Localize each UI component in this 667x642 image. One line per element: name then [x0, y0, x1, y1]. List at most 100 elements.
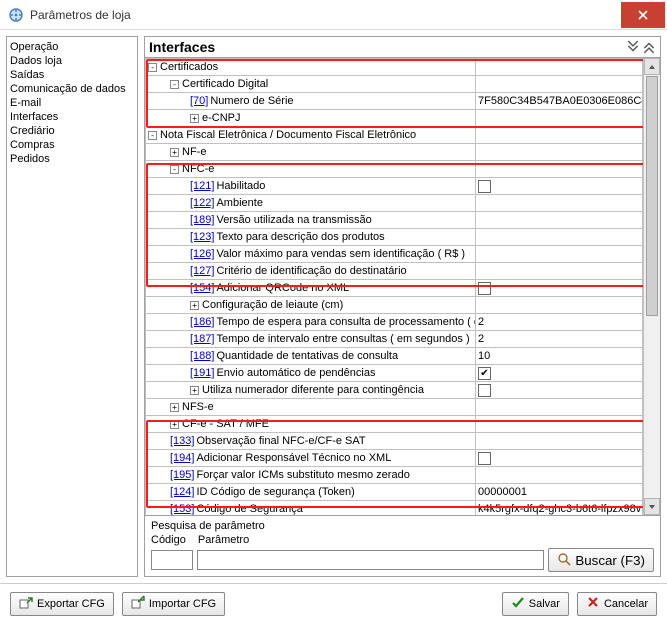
export-icon [19, 595, 33, 612]
param-value[interactable]: 2 [476, 331, 643, 348]
grid-row: +CF-e - SAT / MFE [146, 416, 643, 433]
tree-toggle-icon[interactable]: - [170, 165, 179, 174]
param-code-link[interactable]: [186] [190, 316, 214, 328]
param-label: e-CNPJ [202, 112, 241, 124]
param-code-link[interactable]: [121] [190, 180, 214, 192]
param-value[interactable] [476, 229, 643, 246]
param-label: Configuração de leiaute (cm) [202, 299, 343, 311]
param-value[interactable] [476, 450, 643, 467]
grid-row: [124]ID Código de segurança (Token)00000… [146, 484, 643, 501]
sidebar: Operação Dados loja Saídas Comunicação d… [6, 36, 138, 577]
param-label: Adicionar Responsável Técnico no XML [196, 452, 391, 464]
expand-all-icon[interactable] [642, 40, 656, 54]
param-value[interactable] [476, 467, 643, 484]
param-value [476, 297, 643, 314]
param-label: Nota Fiscal Eletrônica / Documento Fisca… [160, 129, 416, 141]
param-value [476, 416, 643, 433]
tree-toggle-icon[interactable]: - [148, 63, 157, 72]
param-code-link[interactable]: [124] [170, 486, 194, 498]
param-code-link[interactable]: [126] [190, 248, 214, 260]
sidebar-item-dados-loja[interactable]: Dados loja [10, 54, 134, 68]
param-value [476, 399, 643, 416]
param-label: Certificados [160, 61, 218, 73]
param-value[interactable]: 10 [476, 348, 643, 365]
param-value[interactable]: 2 [476, 314, 643, 331]
sidebar-item-compras[interactable]: Compras [10, 138, 134, 152]
param-code-link[interactable]: [188] [190, 350, 214, 362]
export-cfg-button[interactable]: Exportar CFG [10, 592, 114, 616]
grid-row: [189]Versão utilizada na transmissão [146, 212, 643, 229]
param-label: Quantidade de tentativas de consulta [216, 350, 398, 362]
search-param-input[interactable] [197, 550, 544, 570]
search-button[interactable]: Buscar (F3) [548, 548, 654, 572]
param-code-link[interactable]: [195] [170, 469, 194, 481]
sidebar-item-crediario[interactable]: Crediário [10, 124, 134, 138]
param-code-link[interactable]: [122] [190, 197, 214, 209]
param-code-link[interactable]: [153] [170, 503, 194, 515]
sidebar-item-comunicacao[interactable]: Comunicação de dados [10, 82, 134, 96]
param-value[interactable] [476, 195, 643, 212]
param-code-link[interactable]: [133] [170, 435, 194, 447]
param-value [476, 76, 643, 93]
param-value[interactable] [476, 280, 643, 297]
search-title: Pesquisa de parâmetro [151, 520, 654, 532]
sidebar-item-interfaces[interactable]: Interfaces [10, 110, 134, 124]
scroll-up-icon[interactable] [644, 58, 660, 75]
param-code-link[interactable]: [191] [190, 367, 214, 379]
param-value[interactable] [476, 263, 643, 280]
param-value[interactable] [476, 178, 643, 195]
search-icon [557, 552, 571, 569]
sidebar-item-operacao[interactable]: Operação [10, 40, 134, 54]
checkbox[interactable] [478, 384, 491, 397]
checkbox[interactable]: ✔ [478, 367, 491, 380]
save-button[interactable]: Salvar [502, 592, 569, 616]
param-code-link[interactable]: [70] [190, 95, 208, 107]
param-value[interactable]: 7F580C34B547BA0E0306E086C4 [476, 93, 643, 110]
param-label: Versão utilizada na transmissão [216, 214, 371, 226]
checkbox[interactable] [478, 180, 491, 193]
param-label: Forçar valor ICMs substituto mesmo zerad… [196, 469, 409, 481]
search-code-input[interactable] [151, 550, 193, 570]
param-code-link[interactable]: [187] [190, 333, 214, 345]
tree-toggle-icon[interactable]: + [170, 420, 179, 429]
checkbox[interactable] [478, 282, 491, 295]
param-value[interactable] [476, 382, 643, 399]
param-value[interactable] [476, 212, 643, 229]
sidebar-item-email[interactable]: E-mail [10, 96, 134, 110]
search-param-label: Parâmetro [198, 534, 249, 546]
collapse-all-icon[interactable] [626, 40, 640, 54]
tree-toggle-icon[interactable]: + [170, 148, 179, 157]
import-cfg-button[interactable]: Importar CFG [122, 592, 225, 616]
param-value[interactable]: k4k5rgfx-dfq2-ghc3-b6t6-lfpzx98v7 [476, 501, 643, 517]
param-value[interactable] [476, 246, 643, 263]
scroll-thumb[interactable] [646, 76, 658, 316]
param-code-link[interactable]: [194] [170, 452, 194, 464]
checkbox[interactable] [478, 452, 491, 465]
param-code-link[interactable]: [127] [190, 265, 214, 277]
tree-toggle-icon[interactable]: + [190, 386, 199, 395]
grid-row: [133]Observação final NFC-e/CF-e SAT [146, 433, 643, 450]
grid-scrollbar[interactable] [643, 58, 660, 515]
tree-toggle-icon[interactable]: + [170, 403, 179, 412]
sidebar-item-saidas[interactable]: Saídas [10, 68, 134, 82]
param-code-link[interactable]: [154] [190, 282, 214, 294]
param-value[interactable]: 00000001 [476, 484, 643, 501]
param-label: Ambiente [216, 197, 262, 209]
cancel-button[interactable]: Cancelar [577, 592, 657, 616]
tree-toggle-icon[interactable]: + [190, 301, 199, 310]
param-label: Numero de Série [210, 95, 293, 107]
sidebar-item-pedidos[interactable]: Pedidos [10, 152, 134, 166]
tree-toggle-icon[interactable]: - [148, 131, 157, 140]
param-code-link[interactable]: [189] [190, 214, 214, 226]
tree-toggle-icon[interactable]: - [170, 80, 179, 89]
param-label: Tempo de espera para consulta de process… [216, 316, 475, 328]
param-value[interactable]: ✔ [476, 365, 643, 382]
grid-row: -NFC-e [146, 161, 643, 178]
param-code-link[interactable]: [123] [190, 231, 214, 243]
param-label: Código de Segurança [196, 503, 302, 515]
scroll-down-icon[interactable] [644, 498, 660, 515]
check-icon [511, 595, 525, 612]
param-value[interactable] [476, 433, 643, 450]
close-button[interactable] [621, 2, 665, 28]
tree-toggle-icon[interactable]: + [190, 114, 199, 123]
